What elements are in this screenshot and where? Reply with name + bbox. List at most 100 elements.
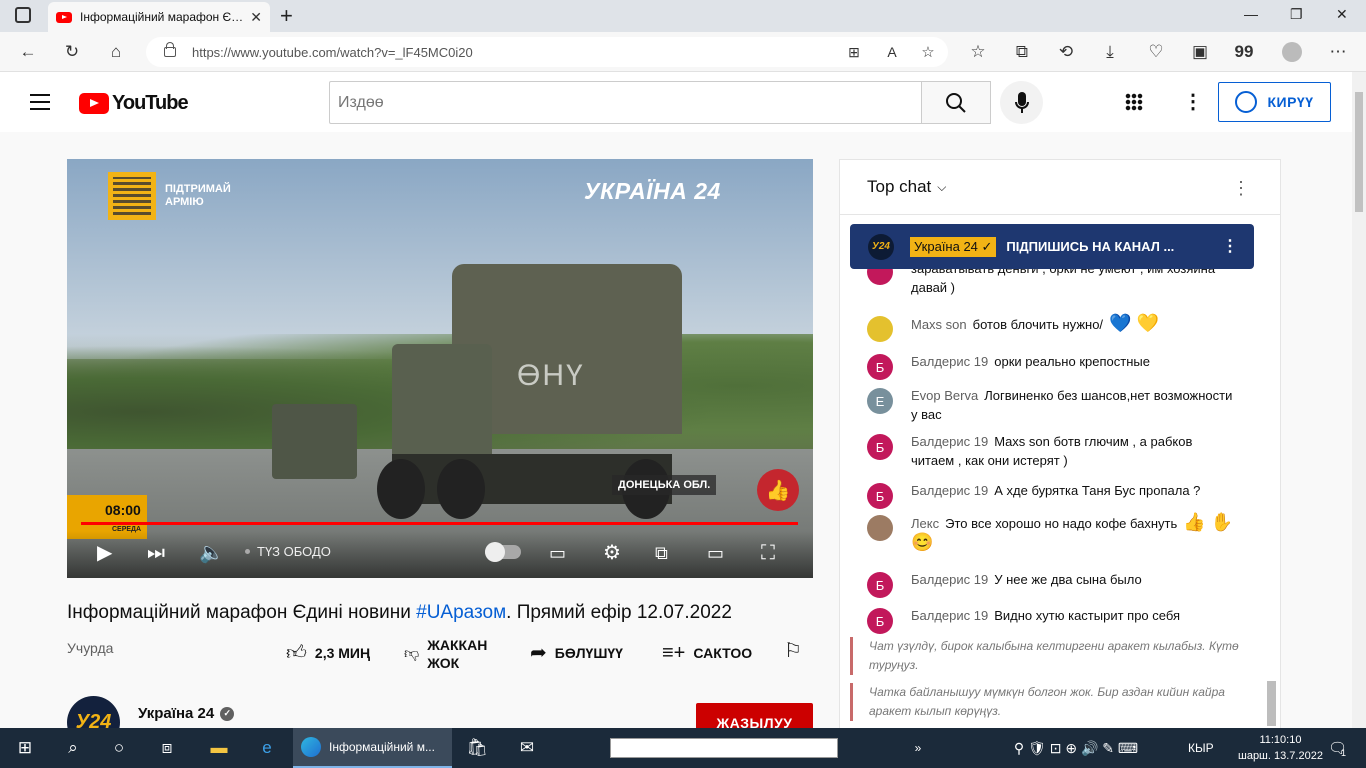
chat-author[interactable]: Maxs son <box>911 317 967 332</box>
voice-search-button[interactable] <box>1000 81 1043 124</box>
cortana-icon[interactable]: ○ <box>102 728 136 768</box>
taskbar-clock[interactable]: 11:10:10 шарш. 13.7.2022 <box>1238 732 1323 764</box>
taskbar-time: 11:10:10 <box>1259 734 1302 746</box>
profile-icon[interactable] <box>1280 40 1304 64</box>
refresh-icon[interactable]: ↻ <box>60 40 84 64</box>
report-button[interactable]: ⚐ <box>784 640 802 662</box>
share-button[interactable]: ➦ БӨЛҮШҮҮ <box>530 643 623 663</box>
subtitles-icon[interactable]: ▭ <box>549 541 566 565</box>
avatar[interactable] <box>867 316 893 342</box>
chat-author[interactable]: Балдерис 19 <box>911 483 988 498</box>
taskbar-edge-window[interactable]: Інформаційний м... <box>293 728 452 768</box>
like-button[interactable]: 👍︎ 2,3 МИҢ <box>286 643 371 663</box>
apps-grid-icon[interactable] <box>1125 93 1143 111</box>
avatar[interactable]: Б <box>867 354 893 380</box>
settings-kebab-icon[interactable]: ⋮ <box>1183 89 1203 114</box>
search-button[interactable] <box>921 81 991 124</box>
close-tab-icon[interactable]: ✕ <box>250 9 262 26</box>
chat-header[interactable]: Top chat ⌵ ⋮ <box>840 160 1280 215</box>
like-count: 2,3 МИҢ <box>314 645 371 661</box>
chat-author[interactable]: Балдерис 19 <box>911 434 988 449</box>
chat-author[interactable]: Балдерис 19 <box>911 354 988 369</box>
mail-icon[interactable]: ✉ <box>510 728 544 768</box>
pinned-menu-icon[interactable]: ⋮ <box>1222 236 1238 256</box>
address-bar[interactable]: https://www.youtube.com/watch?v=_lF45MC0… <box>146 37 948 67</box>
add-favorite-icon[interactable]: ☆ <box>916 40 940 64</box>
collections-icon[interactable]: ⧉ <box>1010 40 1034 64</box>
new-tab-button[interactable]: + <box>280 3 293 29</box>
file-explorer-icon[interactable]: ▬ <box>202 728 236 768</box>
chat-author[interactable]: Evop Berva <box>911 388 978 403</box>
avatar[interactable]: Б <box>867 483 893 509</box>
chat-scroll-thumb[interactable] <box>1267 681 1276 726</box>
close-window-button[interactable]: ✕ <box>1336 6 1348 23</box>
notifications-icon[interactable]: 🗨 1 <box>1322 728 1352 768</box>
youtube-header: YouTube Издөө ⋮ КИРҮҮ <box>0 72 1352 132</box>
back-icon[interactable]: ← <box>16 40 40 64</box>
save-label: САКТОО <box>693 645 753 661</box>
fullscreen-icon[interactable]: ⛶ <box>761 541 775 565</box>
channel-name[interactable]: Україна 24 ✓ <box>138 705 235 722</box>
hashtag-link[interactable]: #UAразом <box>416 602 506 623</box>
live-indicator[interactable]: ТҮЗ ОБОДО <box>245 544 331 559</box>
downloads-icon[interactable]: ⤓ <box>1098 40 1122 64</box>
history-icon[interactable]: ⟲ <box>1054 40 1078 64</box>
video-player[interactable]: ӨНҮ ПІДТРИМАЙ АРМІЮ УКРАЇНА 24 ДОНЕЦЬКА … <box>67 159 813 578</box>
extension-icon[interactable]: ▣ <box>1188 40 1212 64</box>
task-view-icon[interactable]: ⧈ <box>150 728 184 768</box>
performance-icon[interactable]: ♡ <box>1144 40 1168 64</box>
taskbar-address-input[interactable] <box>610 738 838 758</box>
tray-overflow-icon[interactable]: » <box>908 728 928 768</box>
next-icon[interactable]: ⏭ <box>147 541 165 565</box>
settings-gear-icon[interactable]: ⚙ <box>603 541 621 565</box>
search-input[interactable]: Издөө <box>329 81 921 124</box>
sign-in-button[interactable]: КИРҮҮ <box>1218 82 1331 122</box>
chat-message: Б Балдерис 19 А хде бурятка Таня Бус пропа… <box>867 481 1237 509</box>
chat-mode-label: Top chat <box>867 177 932 196</box>
url-text: https://www.youtube.com/watch?v=_lF45MC0… <box>192 44 473 60</box>
dislike-button[interactable]: 👎︎ ЖАККАН ЖОК <box>404 636 487 672</box>
play-icon[interactable]: ▶ <box>97 541 112 565</box>
lock-icon <box>164 42 176 57</box>
chat-emoji: 💙 💛 <box>1109 313 1159 333</box>
quote-icon[interactable]: 99 <box>1232 40 1256 64</box>
language-indicator[interactable]: КЫР <box>1188 728 1214 768</box>
youtube-logo[interactable]: YouTube <box>79 92 189 115</box>
read-aloud-icon[interactable]: A <box>880 40 904 64</box>
menu-icon[interactable] <box>30 94 50 110</box>
chat-author[interactable]: Балдерис 19 <box>911 572 988 587</box>
volume-icon[interactable]: 🔈 <box>199 541 224 565</box>
video-date: Учурда <box>67 640 114 656</box>
save-button[interactable]: ≡+ САКТОО <box>662 643 753 663</box>
windows-taskbar: ⊞ ⌕ ○ ⧈ ▬ e Інформаційний м... 🛍 ✉ » ⚲ 🛡… <box>0 728 1366 768</box>
search-icon[interactable]: ⌕ <box>56 728 90 768</box>
home-icon[interactable]: ⌂ <box>104 40 128 64</box>
tab-actions-icon[interactable] <box>15 7 31 23</box>
start-icon[interactable]: ⊞ <box>8 728 42 768</box>
avatar[interactable]: Б <box>867 434 893 460</box>
internet-explorer-icon[interactable]: e <box>250 728 284 768</box>
avatar[interactable]: E <box>867 388 893 414</box>
chat-author[interactable]: Балдерис 19 <box>911 608 988 623</box>
theater-mode-icon[interactable]: ▭ <box>707 541 724 565</box>
apps-icon[interactable]: ⊞ <box>842 40 866 64</box>
flag-icon: ⚐ <box>784 640 802 662</box>
miniplayer-icon[interactable]: ⧉ <box>655 541 668 565</box>
chat-menu-icon[interactable]: ⋮ <box>1232 178 1250 199</box>
page-scrollbar[interactable] <box>1352 72 1366 728</box>
autoplay-toggle[interactable] <box>485 542 521 562</box>
minimize-button[interactable]: — <box>1244 6 1258 22</box>
avatar[interactable] <box>867 515 893 541</box>
chat-scrollbar[interactable] <box>1268 216 1280 728</box>
maximize-button[interactable]: ❐ <box>1290 6 1303 23</box>
chat-author[interactable]: Лекс <box>911 516 939 531</box>
avatar[interactable]: Б <box>867 572 893 598</box>
progress-bar[interactable] <box>81 522 798 525</box>
favorites-icon[interactable]: ☆ <box>966 40 990 64</box>
avatar[interactable]: Б <box>867 608 893 634</box>
pinned-message[interactable]: У24 Україна 24 ✓ ПІДПИШИСЬ НА КАНАЛ ... … <box>850 224 1254 269</box>
more-menu-icon[interactable]: ⋯ <box>1326 40 1350 64</box>
store-icon[interactable]: 🛍 <box>460 728 494 768</box>
browser-tab[interactable]: Інформаційний марафон Єди ✕ <box>48 2 270 32</box>
chevron-down-icon: ⌵ <box>937 179 947 194</box>
